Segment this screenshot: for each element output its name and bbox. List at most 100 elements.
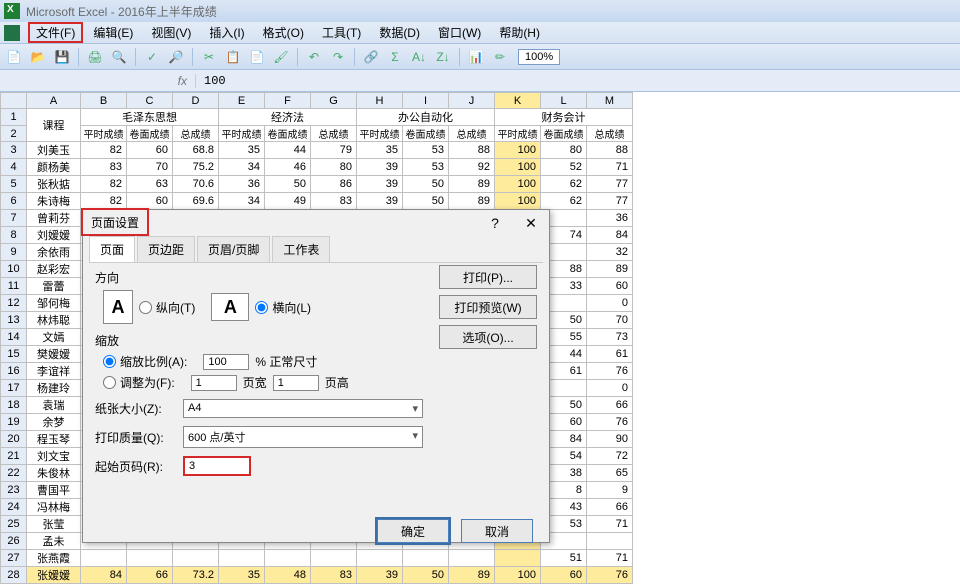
data-cell[interactable]: 52 bbox=[541, 159, 587, 176]
row-header[interactable]: 11 bbox=[1, 278, 27, 295]
row-header[interactable]: 7 bbox=[1, 210, 27, 227]
tab-margins[interactable]: 页边距 bbox=[137, 236, 195, 262]
name-cell[interactable]: 孟未 bbox=[27, 533, 81, 550]
data-cell[interactable]: 60 bbox=[127, 142, 173, 159]
data-cell[interactable]: 66 bbox=[587, 397, 633, 414]
data-cell[interactable] bbox=[587, 533, 633, 550]
data-cell[interactable]: 50 bbox=[403, 567, 449, 584]
col-header[interactable]: M bbox=[587, 93, 633, 109]
name-cell[interactable]: 林炜聪 bbox=[27, 312, 81, 329]
row-header[interactable]: 14 bbox=[1, 329, 27, 346]
sub-header[interactable]: 平时成绩 bbox=[495, 126, 541, 142]
col-header[interactable]: B bbox=[81, 93, 127, 109]
new-icon[interactable]: 📄 bbox=[4, 47, 24, 67]
data-cell[interactable]: 70.6 bbox=[173, 176, 219, 193]
undo-icon[interactable]: ↶ bbox=[304, 47, 324, 67]
row-header[interactable]: 27 bbox=[1, 550, 27, 567]
hdr-office[interactable]: 办公自动化 bbox=[357, 109, 495, 126]
data-cell[interactable]: 0 bbox=[587, 295, 633, 312]
fit-radio[interactable]: 调整为(F): bbox=[103, 374, 175, 391]
ok-button[interactable]: 确定 bbox=[377, 519, 449, 543]
name-cell[interactable]: 余梦 bbox=[27, 414, 81, 431]
sort-desc-icon[interactable]: Z↓ bbox=[433, 47, 453, 67]
sub-header[interactable]: 总成绩 bbox=[311, 126, 357, 142]
data-cell[interactable]: 77 bbox=[587, 176, 633, 193]
data-cell[interactable]: 50 bbox=[403, 193, 449, 210]
name-cell[interactable]: 樊嫒嫒 bbox=[27, 346, 81, 363]
name-cell[interactable]: 程玉琴 bbox=[27, 431, 81, 448]
research-icon[interactable]: 🔎 bbox=[166, 47, 186, 67]
data-cell[interactable]: 79 bbox=[311, 142, 357, 159]
data-cell[interactable] bbox=[127, 550, 173, 567]
data-cell[interactable] bbox=[81, 550, 127, 567]
menu-format[interactable]: 格式(O) bbox=[255, 22, 312, 43]
data-cell[interactable]: 60 bbox=[541, 567, 587, 584]
data-cell[interactable]: 82 bbox=[81, 142, 127, 159]
data-cell[interactable]: 0 bbox=[587, 380, 633, 397]
sub-header[interactable]: 平时成绩 bbox=[219, 126, 265, 142]
row-header[interactable]: 15 bbox=[1, 346, 27, 363]
menu-window[interactable]: 窗口(W) bbox=[430, 22, 489, 43]
data-cell[interactable]: 89 bbox=[449, 567, 495, 584]
menu-file[interactable]: 文件(F) bbox=[28, 22, 83, 43]
sub-header[interactable]: 卷面成绩 bbox=[265, 126, 311, 142]
data-cell[interactable]: 88 bbox=[449, 142, 495, 159]
data-cell[interactable]: 65 bbox=[587, 465, 633, 482]
data-cell[interactable]: 62 bbox=[541, 176, 587, 193]
data-cell[interactable]: 36 bbox=[219, 176, 265, 193]
chart-icon[interactable]: 📊 bbox=[466, 47, 486, 67]
row-header[interactable]: 3 bbox=[1, 142, 27, 159]
col-header[interactable] bbox=[1, 93, 27, 109]
menu-tools[interactable]: 工具(T) bbox=[314, 22, 369, 43]
col-header[interactable]: H bbox=[357, 93, 403, 109]
data-cell[interactable]: 100 bbox=[495, 176, 541, 193]
data-cell[interactable]: 70 bbox=[587, 312, 633, 329]
name-cell[interactable]: 杨建玲 bbox=[27, 380, 81, 397]
close-button[interactable]: ✕ bbox=[513, 215, 549, 232]
data-cell[interactable]: 62 bbox=[541, 193, 587, 210]
row-header[interactable]: 24 bbox=[1, 499, 27, 516]
data-cell[interactable]: 83 bbox=[311, 567, 357, 584]
data-cell[interactable]: 89 bbox=[587, 261, 633, 278]
row-header[interactable]: 18 bbox=[1, 397, 27, 414]
name-cell[interactable]: 邹何梅 bbox=[27, 295, 81, 312]
sub-header[interactable]: 卷面成绩 bbox=[127, 126, 173, 142]
sub-header[interactable]: 卷面成绩 bbox=[403, 126, 449, 142]
row-header[interactable]: 8 bbox=[1, 227, 27, 244]
data-cell[interactable]: 68.8 bbox=[173, 142, 219, 159]
data-cell[interactable]: 50 bbox=[403, 176, 449, 193]
data-cell[interactable]: 75.2 bbox=[173, 159, 219, 176]
name-cell[interactable]: 赵彩宏 bbox=[27, 261, 81, 278]
col-header[interactable]: E bbox=[219, 93, 265, 109]
paste-icon[interactable]: 📄 bbox=[247, 47, 267, 67]
zoom-box[interactable]: 100% bbox=[518, 49, 560, 65]
sub-header[interactable]: 平时成绩 bbox=[81, 126, 127, 142]
row-header[interactable]: 16 bbox=[1, 363, 27, 380]
col-header[interactable]: J bbox=[449, 93, 495, 109]
cut-icon[interactable]: ✂ bbox=[199, 47, 219, 67]
menu-help[interactable]: 帮助(H) bbox=[491, 22, 548, 43]
data-cell[interactable] bbox=[173, 550, 219, 567]
row-header[interactable]: 26 bbox=[1, 533, 27, 550]
row-header[interactable]: 4 bbox=[1, 159, 27, 176]
name-cell[interactable]: 李谊祥 bbox=[27, 363, 81, 380]
row-header[interactable]: 21 bbox=[1, 448, 27, 465]
data-cell[interactable]: 35 bbox=[219, 567, 265, 584]
fx-value[interactable]: 100 bbox=[196, 74, 226, 88]
data-cell[interactable]: 76 bbox=[587, 567, 633, 584]
menu-edit[interactable]: 编辑(E) bbox=[85, 22, 141, 43]
data-cell[interactable]: 100 bbox=[495, 159, 541, 176]
quality-combo[interactable]: 600 点/英寸▾ bbox=[183, 426, 423, 448]
name-cell[interactable]: 张嫒嫒 bbox=[27, 567, 81, 584]
data-cell[interactable]: 80 bbox=[541, 142, 587, 159]
data-cell[interactable] bbox=[357, 550, 403, 567]
sub-header[interactable]: 卷面成绩 bbox=[541, 126, 587, 142]
tab-page[interactable]: 页面 bbox=[89, 236, 135, 262]
name-cell[interactable]: 刘美玉 bbox=[27, 142, 81, 159]
data-cell[interactable]: 51 bbox=[541, 550, 587, 567]
menu-insert[interactable]: 插入(I) bbox=[201, 22, 252, 43]
data-cell[interactable]: 53 bbox=[403, 159, 449, 176]
row-header[interactable]: 6 bbox=[1, 193, 27, 210]
data-cell[interactable]: 35 bbox=[219, 142, 265, 159]
data-cell[interactable] bbox=[265, 550, 311, 567]
